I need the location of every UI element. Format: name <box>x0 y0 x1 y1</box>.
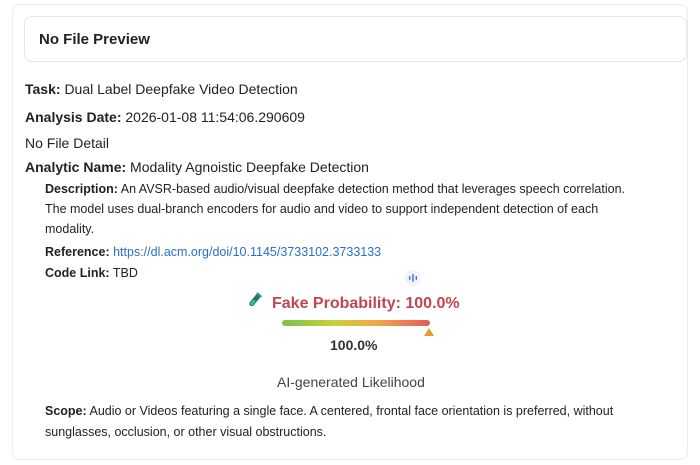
description-block: Description: An AVSR-based audio/visual … <box>45 179 645 239</box>
task-value: Dual Label Deepfake Video Detection <box>64 81 298 97</box>
probability-bar-fill <box>282 320 430 326</box>
test-tube-icon <box>244 291 264 316</box>
analysis-date-label: Analysis Date: <box>25 109 122 125</box>
probability-bar <box>282 320 430 326</box>
fake-probability-row: Fake Probability: 100.0% <box>244 291 460 316</box>
description-label: Description: <box>45 182 118 196</box>
file-detail-text: No File Detail <box>25 135 110 151</box>
scope-block: Scope: Audio or Videos featuring a singl… <box>45 401 665 443</box>
code-link-value: TBD <box>112 266 138 280</box>
probability-marker-icon <box>424 328 434 336</box>
analysis-date-line: Analysis Date: 2026-01-08 11:54:06.29060… <box>25 109 305 125</box>
task-line: Task: Dual Label Deepfake Video Detectio… <box>25 81 298 97</box>
microphone-icon <box>405 270 421 286</box>
code-link-line: Code Link: TBD <box>45 263 138 283</box>
file-preview-text: No File Preview <box>39 31 150 48</box>
analysis-date-value: 2026-01-08 11:54:06.290609 <box>125 109 305 125</box>
scope-label: Scope: <box>45 404 87 418</box>
description-text: An AVSR-based audio/visual deepfake dete… <box>45 182 625 236</box>
file-detail-line: No File Detail <box>25 135 109 151</box>
likelihood-caption: AI-generated Likelihood <box>277 374 425 390</box>
reference-line: Reference: https://dl.acm.org/doi/10.114… <box>45 242 381 262</box>
reference-link[interactable]: https://dl.acm.org/doi/10.1145/3733102.3… <box>113 245 381 259</box>
file-preview-box: No File Preview <box>24 16 687 62</box>
reference-label: Reference: <box>45 245 110 259</box>
fake-probability-text: Fake Probability: 100.0% <box>272 294 460 312</box>
analytic-name-line: Analytic Name: Modality Agnoistic Deepfa… <box>25 159 369 175</box>
analytic-name-value: Modality Agnoistic Deepfake Detection <box>130 159 369 175</box>
task-label: Task: <box>25 81 61 97</box>
analytic-name-label: Analytic Name: <box>25 159 127 175</box>
probability-percent: 100.0% <box>330 337 378 353</box>
scope-text: Audio or Videos featuring a single face.… <box>45 404 614 439</box>
code-link-label: Code Link: <box>45 266 110 280</box>
